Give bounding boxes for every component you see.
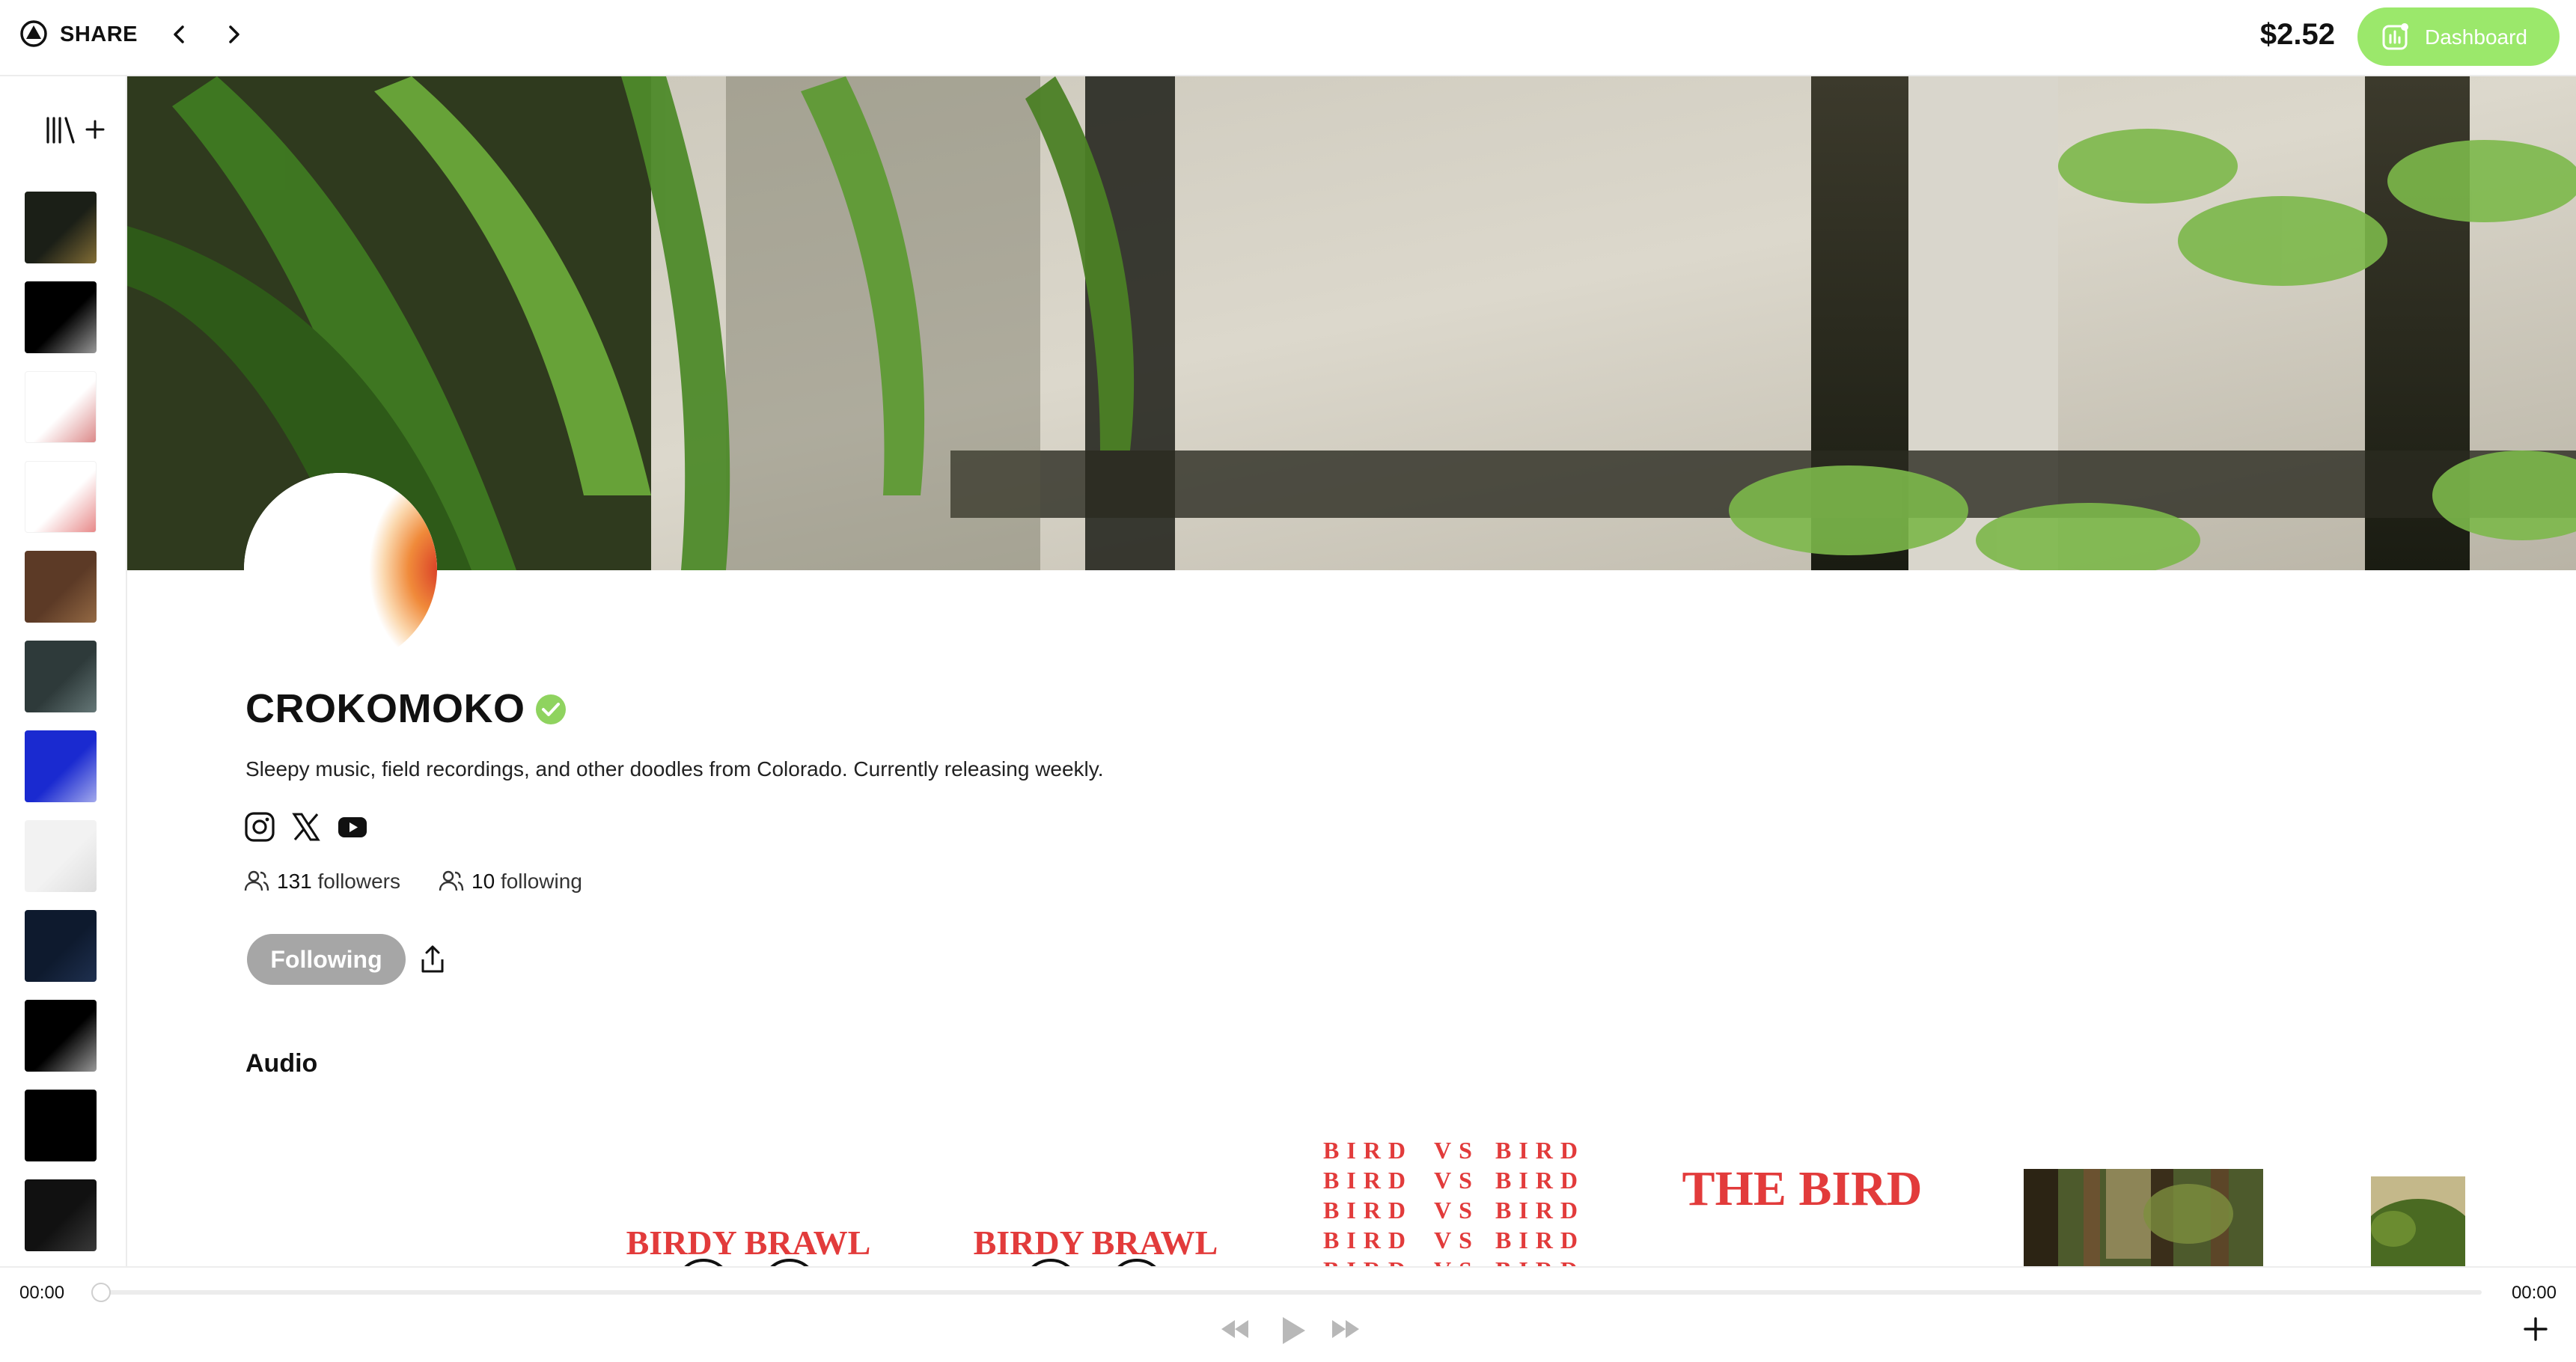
audio-player: 00:00 00:00 (0, 1266, 2576, 1362)
card-text: BIRD (1323, 1227, 1413, 1253)
card-title: BIRDY BRAWL (626, 1224, 871, 1262)
card-text: BIRD (1495, 1167, 1585, 1194)
followers-count: 131 (277, 870, 312, 893)
share-icon[interactable] (419, 944, 446, 974)
audio-card[interactable]: BIRDY BRAWL (621, 1130, 876, 1266)
card-text: VS (1434, 1256, 1480, 1266)
card-text: VS (1434, 1227, 1480, 1253)
sidebar-release-2[interactable] (25, 281, 97, 353)
audio-carousel: BIRDY BRAWL BIRDY BRAWL BIRD VS BIRD BIRD VS… (127, 1108, 2576, 1266)
sidebar-release-8[interactable] (25, 820, 97, 892)
sidebar-release-6[interactable] (25, 641, 97, 712)
sidebar-release-12[interactable] (25, 1179, 97, 1251)
sidebar-release-11[interactable] (25, 1090, 97, 1161)
progress-track[interactable] (97, 1290, 2482, 1295)
card-text: BIRD (1495, 1137, 1585, 1164)
people-icon (244, 870, 269, 891)
top-bar: SHARE $2.52 Dashboard (0, 0, 2576, 76)
profile-avatar (244, 473, 437, 666)
card-title: BIRDY BRAWL (974, 1224, 1218, 1262)
artist-name: CROKOMOKO (245, 686, 525, 731)
card-text: BIRD (1495, 1256, 1585, 1266)
rewind-icon[interactable] (1218, 1314, 1251, 1344)
sidebar-release-7[interactable] (25, 730, 97, 802)
sidebar-release-10[interactable] (25, 1000, 97, 1072)
play-icon[interactable] (1278, 1314, 1308, 1347)
audio-card[interactable]: THE BIRD (1667, 1130, 1937, 1235)
dashboard-label: Dashboard (2425, 25, 2527, 49)
verified-badge-icon (536, 694, 566, 724)
forest-photo[interactable] (2024, 1169, 2263, 1266)
followers-stat[interactable]: 131 followers (244, 868, 409, 898)
card-title: THE BIRD (1682, 1161, 1923, 1216)
card-text: BIRD (1323, 1256, 1413, 1266)
back-arrow-icon[interactable] (163, 18, 196, 51)
profile-banner (127, 76, 2576, 570)
x-icon[interactable] (290, 811, 322, 843)
library-sidebar (0, 76, 127, 1266)
followers-label: followers (317, 870, 400, 893)
card-text: BIRD (1323, 1137, 1413, 1164)
card-text: BIRD (1495, 1197, 1585, 1224)
sidebar-release-4[interactable] (25, 461, 97, 533)
card-text: BIRD (1495, 1227, 1585, 1253)
instagram-icon[interactable] (244, 811, 275, 843)
wallet-balance[interactable]: $2.52 (2260, 18, 2335, 52)
following-count: 10 (471, 870, 495, 893)
fast-forward-icon[interactable] (1329, 1314, 1362, 1344)
share-logo-icon[interactable] (19, 19, 48, 48)
sidebar-release-9[interactable] (25, 910, 97, 982)
sidebar-release-5[interactable] (25, 551, 97, 623)
audio-card[interactable]: BIRDY BRAWL (968, 1130, 1223, 1266)
elapsed-time: 00:00 (19, 1283, 65, 1303)
library-icon[interactable] (45, 115, 78, 145)
card-text: BIRD (1323, 1167, 1413, 1194)
audio-card[interactable]: BIRD VS BIRD BIRD VS BIRD BIRD VS BIRD BIRD VS BIRD… (1308, 1136, 1593, 1266)
plus-icon[interactable] (84, 115, 106, 142)
progress-handle[interactable] (91, 1283, 111, 1302)
shrub-photo[interactable] (2371, 1176, 2465, 1266)
duration-time: 00:00 (2511, 1283, 2557, 1303)
add-to-queue-icon[interactable] (2522, 1316, 2549, 1343)
card-text: BIRD (1323, 1197, 1413, 1224)
people-icon (439, 870, 464, 891)
forward-arrow-icon[interactable] (217, 18, 250, 51)
artist-bio: Sleepy music, field recordings, and othe… (245, 757, 1104, 781)
sidebar-release-3[interactable] (25, 371, 97, 443)
audio-section-title: Audio (245, 1049, 318, 1078)
following-button[interactable]: Following (247, 934, 406, 985)
card-text: VS (1434, 1137, 1480, 1164)
sidebar-release-1[interactable] (25, 192, 97, 263)
following-label: following (500, 870, 582, 893)
dashboard-button[interactable]: Dashboard (2357, 7, 2560, 66)
brand-name[interactable]: SHARE (60, 22, 138, 47)
dashboard-chart-icon (2382, 23, 2408, 50)
following-stat[interactable]: 10 following (439, 868, 603, 898)
banner-photo (127, 76, 2576, 570)
card-text: VS (1434, 1197, 1480, 1224)
card-text: VS (1434, 1167, 1480, 1194)
youtube-icon[interactable] (337, 811, 368, 843)
